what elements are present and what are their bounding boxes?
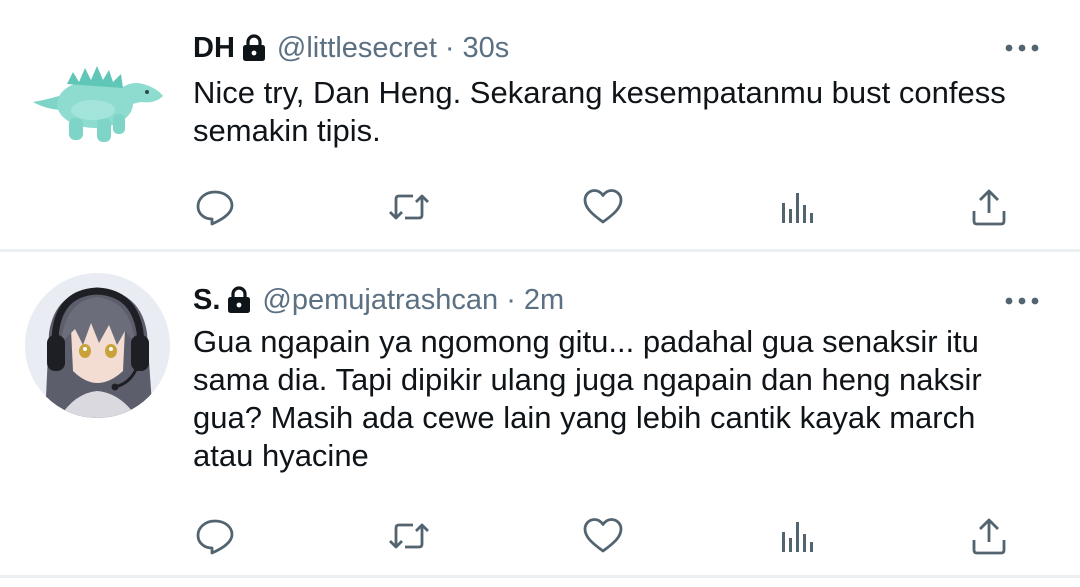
separator: · — [444, 32, 455, 64]
retweet-button[interactable] — [387, 185, 431, 229]
reply-button[interactable] — [193, 185, 237, 229]
reply-button[interactable] — [193, 514, 237, 558]
tweet-header: S. @pemujatrashcan · 2m — [193, 282, 564, 318]
heart-icon — [583, 189, 623, 224]
reply-icon — [196, 190, 234, 226]
lock-icon — [226, 286, 252, 314]
avatar[interactable] — [25, 30, 170, 175]
display-name[interactable]: S. — [193, 282, 220, 318]
avatar[interactable] — [25, 273, 170, 418]
analytics-icon — [782, 193, 813, 223]
more-options-icon[interactable] — [1002, 291, 1042, 311]
plush-dinosaur-icon — [33, 66, 163, 142]
share-button[interactable] — [967, 514, 1011, 558]
divider — [0, 575, 1080, 578]
retweet-icon — [389, 523, 429, 549]
analytics-button[interactable] — [774, 185, 818, 229]
heart-icon — [583, 518, 623, 553]
analytics-icon — [782, 522, 813, 552]
timeline-feed: DH @littlesecret · 30s Nice try, Dan Hen… — [0, 0, 1080, 587]
retweet-button[interactable] — [387, 514, 431, 558]
separator: · — [506, 284, 516, 316]
like-button[interactable] — [581, 185, 625, 229]
tweet-text: Nice try, Dan Heng. Sekarang kesempatanm… — [193, 75, 1006, 148]
retweet-icon — [389, 194, 429, 220]
timestamp[interactable]: 2m — [524, 282, 564, 318]
timestamp[interactable]: 30s — [463, 30, 510, 66]
tweet-actions — [0, 509, 1080, 559]
reply-icon — [196, 519, 234, 555]
share-icon — [972, 189, 1006, 226]
tweet[interactable]: DH @littlesecret · 30s Nice try, Dan Hen… — [0, 0, 1080, 250]
share-icon — [972, 518, 1006, 555]
divider — [0, 249, 1080, 252]
share-button[interactable] — [967, 185, 1011, 229]
tweet-header: DH @littlesecret · 30s — [193, 30, 509, 66]
like-button[interactable] — [581, 514, 625, 558]
lock-icon — [241, 34, 267, 62]
tweet-actions — [0, 180, 1080, 230]
user-handle[interactable]: @pemujatrashcan — [262, 282, 498, 318]
more-options-icon[interactable] — [1002, 38, 1042, 58]
tweet-text: Gua ngapain ya ngomong gitu... padahal g… — [193, 324, 982, 473]
tweet[interactable]: S. @pemujatrashcan · 2m Gua ngapain ya n… — [0, 253, 1080, 575]
display-name[interactable]: DH — [193, 30, 235, 66]
user-handle[interactable]: @littlesecret — [277, 30, 437, 66]
anime-girl-headset-icon — [25, 273, 170, 418]
analytics-button[interactable] — [774, 514, 818, 558]
